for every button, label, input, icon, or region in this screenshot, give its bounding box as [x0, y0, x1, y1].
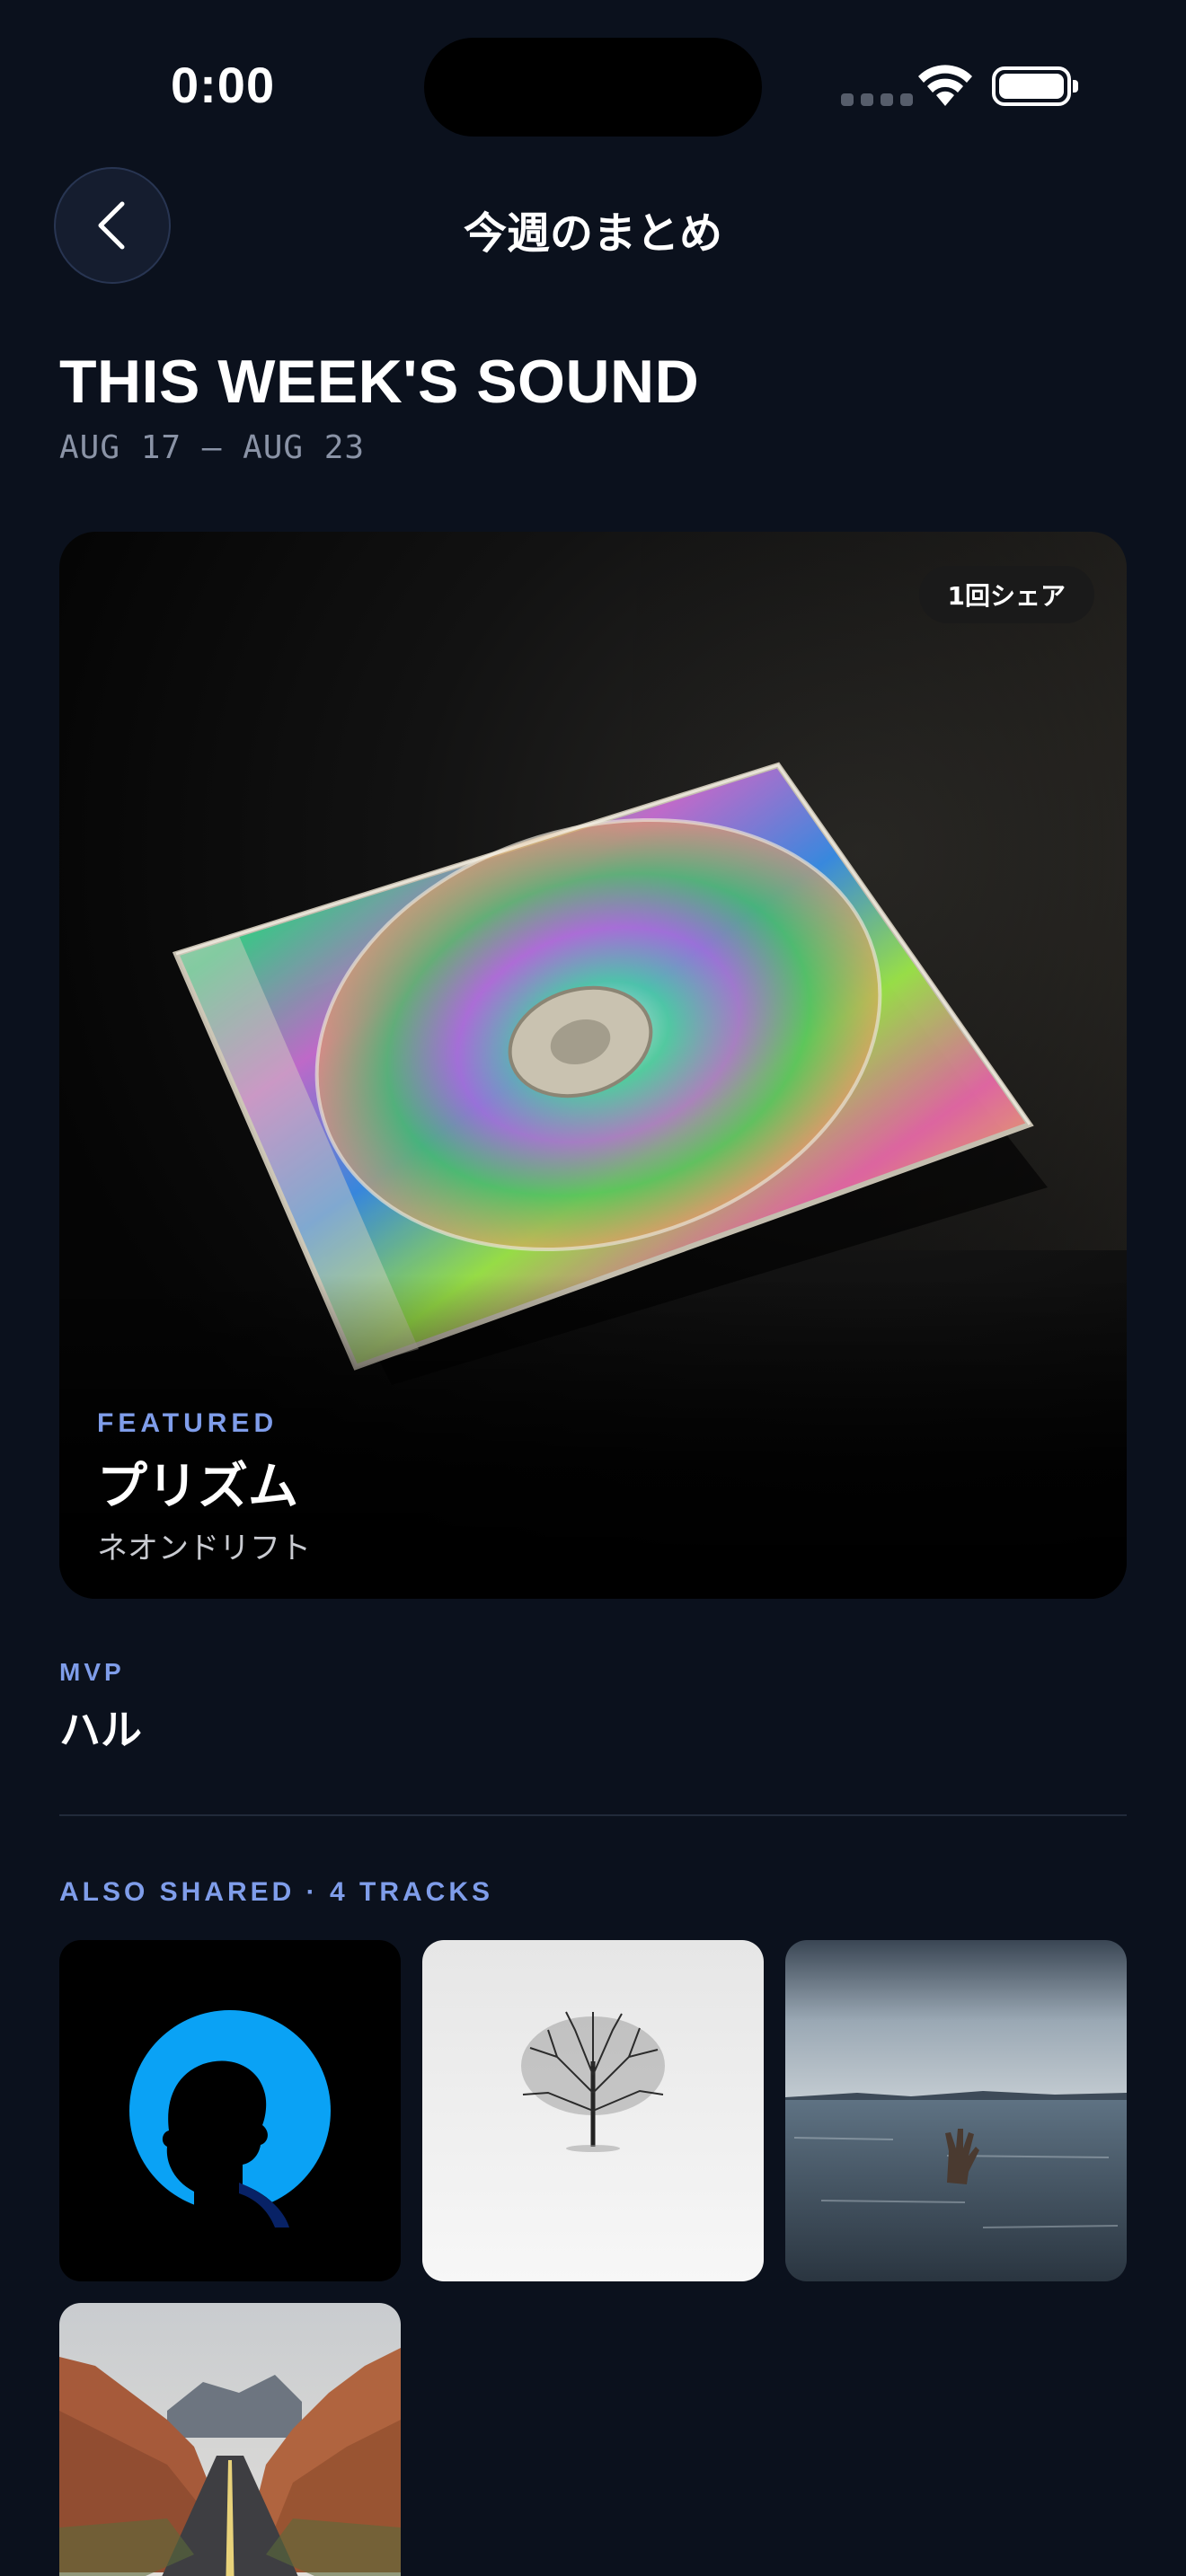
tree-artwork — [422, 1940, 764, 2281]
date-range: AUG 17 — AUG 23 — [59, 429, 366, 466]
desert-road-artwork — [59, 2303, 401, 2576]
featured-label: FEATURED — [97, 1408, 279, 1438]
mvp-name[interactable]: ハル — [59, 1698, 142, 1757]
share-count-badge: 1回シェア — [918, 566, 1094, 623]
dynamic-island — [424, 38, 762, 137]
featured-track-card[interactable]: 1回シェア FEATURED プリズム ネオンドリフト — [59, 532, 1127, 1599]
divider — [59, 1814, 1127, 1816]
track-tile-road[interactable] — [59, 2303, 401, 2576]
track-tile-sea[interactable] — [785, 1940, 1127, 2281]
sea-hand-artwork — [785, 1940, 1127, 2281]
silhouette-artwork — [59, 1940, 401, 2281]
mvp-label: MVP — [59, 1658, 125, 1686]
weekly-summary-screen: 0:00 今週のまとめ THIS WEEK'S SOUND AUG 17 — A… — [0, 0, 1186, 2576]
battery-icon — [992, 66, 1078, 106]
back-button[interactable] — [54, 167, 171, 284]
featured-artist-name: ネオンドリフト — [97, 1531, 311, 1566]
status-time: 0:00 — [171, 57, 276, 113]
track-tile-silhouette[interactable] — [59, 1940, 401, 2281]
featured-track-title: プリズム — [97, 1458, 298, 1516]
nav-title: 今週のまとめ — [463, 208, 722, 259]
wifi-icon — [918, 65, 972, 106]
also-shared-label: ALSO SHARED · 4 TRACKS — [59, 1877, 494, 1907]
cellular-signal-icon — [841, 93, 913, 106]
track-tile-tree[interactable] — [422, 1940, 764, 2281]
chevron-left-icon — [98, 201, 125, 250]
page-title: THIS WEEK'S SOUND — [59, 348, 700, 416]
